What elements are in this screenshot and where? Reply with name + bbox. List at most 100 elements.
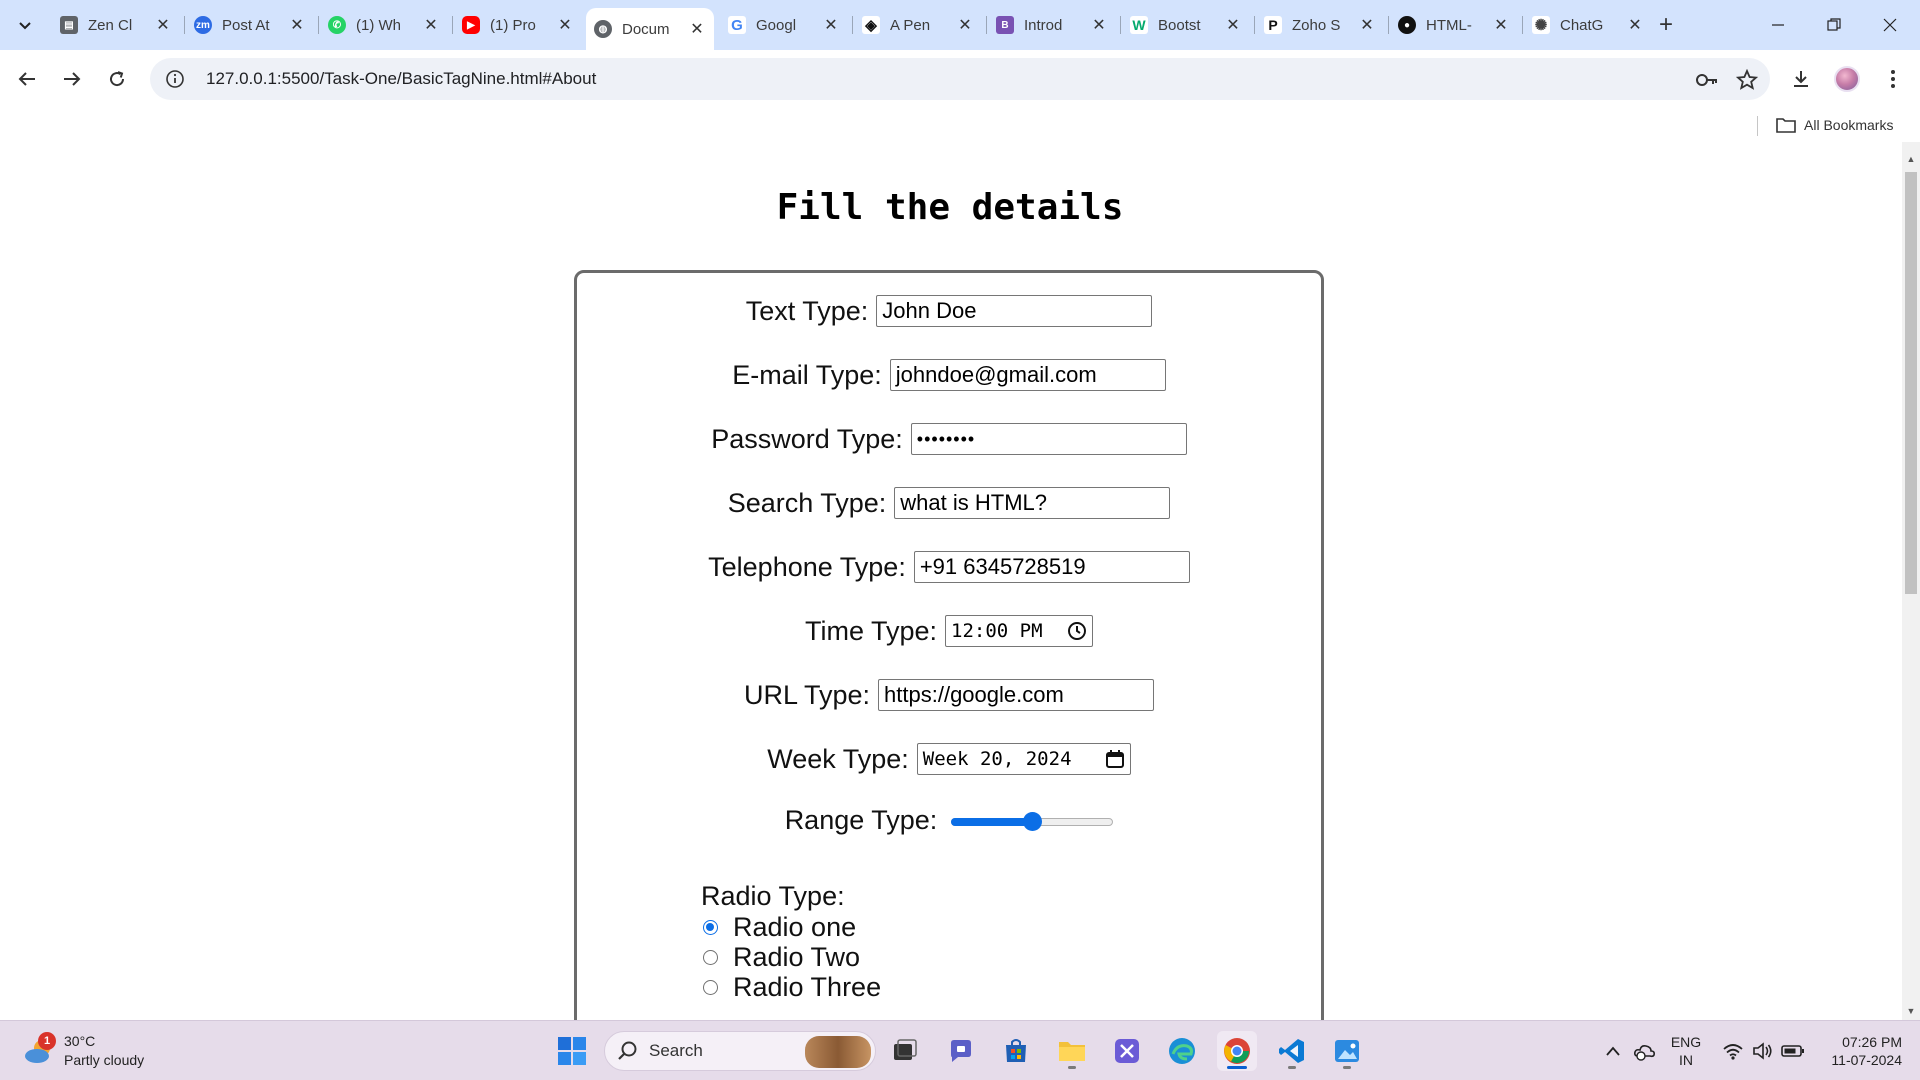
tab-zen-class[interactable]: ▤ Zen Cl ✕ — [52, 8, 180, 42]
star-icon — [1736, 69, 1758, 90]
close-icon[interactable]: ✕ — [822, 15, 840, 35]
store-button[interactable] — [996, 1031, 1036, 1071]
tab-w3schools[interactable]: W Bootst ✕ — [1122, 8, 1250, 42]
clock-icon[interactable] — [1067, 621, 1087, 641]
photos-button[interactable] — [1327, 1031, 1367, 1071]
tab-github[interactable]: ● HTML- ✕ — [1390, 8, 1518, 42]
vscode-button[interactable] — [1272, 1031, 1312, 1071]
scroll-down-arrow-icon[interactable]: ▼ — [1902, 1002, 1920, 1020]
weather-desc: Partly cloudy — [64, 1052, 145, 1068]
running-indicator — [1288, 1066, 1296, 1069]
all-bookmarks-button[interactable]: All Bookmarks — [1776, 114, 1893, 136]
tab-youtube[interactable]: ▶ (1) Pro ✕ — [454, 8, 582, 42]
radio-label: Radio Three — [733, 971, 882, 1002]
radio-button[interactable] — [703, 919, 718, 935]
back-button[interactable] — [10, 62, 44, 96]
time-input[interactable]: 12:00 PM — [945, 615, 1094, 647]
close-icon[interactable]: ✕ — [956, 15, 974, 35]
wifi-icon — [1723, 1044, 1743, 1060]
onedrive-button[interactable] — [1630, 1035, 1660, 1067]
edge-button[interactable] — [1162, 1031, 1202, 1071]
text-input[interactable]: John Doe — [876, 295, 1153, 327]
system-clock[interactable]: 07:26 PM 11-07-2024 — [1820, 1033, 1902, 1069]
volume-button[interactable] — [1748, 1035, 1778, 1067]
close-icon[interactable]: ✕ — [1090, 15, 1108, 35]
start-button[interactable] — [552, 1031, 592, 1071]
close-window-button[interactable] — [1860, 0, 1920, 50]
week-input[interactable]: Week 20, 2024 — [916, 743, 1131, 775]
close-icon[interactable]: ✕ — [1224, 15, 1242, 35]
minimize-button[interactable] — [1748, 0, 1808, 50]
tab-google[interactable]: G Googl ✕ — [720, 8, 848, 42]
page-scrollbar[interactable]: ▲ ▼ — [1902, 142, 1920, 1020]
radio-option-two[interactable]: Radio Two — [703, 942, 881, 972]
show-hidden-icons-button[interactable] — [1600, 1035, 1626, 1067]
close-icon[interactable]: ✕ — [154, 15, 172, 35]
scroll-up-arrow-icon[interactable]: ▲ — [1902, 150, 1920, 168]
running-indicator — [1227, 1066, 1247, 1069]
reload-button[interactable] — [100, 62, 134, 96]
range-thumb[interactable] — [1022, 811, 1042, 831]
wifi-button[interactable] — [1718, 1035, 1748, 1067]
forward-button[interactable] — [55, 62, 89, 96]
minimize-icon — [1772, 24, 1784, 26]
profile-button[interactable] — [1830, 62, 1864, 96]
password-label: Password Type: — [711, 423, 903, 454]
search-input[interactable]: what is HTML? — [894, 487, 1171, 519]
radio-button[interactable] — [703, 979, 718, 995]
radio-option-three[interactable]: Radio Three — [703, 972, 881, 1002]
email-input[interactable]: johndoe@gmail.com — [889, 359, 1166, 391]
close-icon — [1883, 18, 1897, 32]
close-icon[interactable]: ✕ — [556, 15, 574, 35]
password-row: Password Type: •••••••• — [577, 423, 1321, 455]
scrollbar-thumb[interactable] — [1905, 172, 1917, 594]
restore-button[interactable] — [1804, 0, 1864, 50]
close-icon[interactable]: ✕ — [1626, 15, 1644, 35]
telephone-input[interactable]: +91 6345728519 — [913, 551, 1190, 583]
downloads-button[interactable] — [1784, 62, 1818, 96]
password-input[interactable]: •••••••• — [910, 423, 1187, 455]
site-info-button[interactable] — [160, 64, 190, 94]
tab-bootstrap[interactable]: B Introd ✕ — [988, 8, 1116, 42]
file-explorer-button[interactable] — [1052, 1031, 1092, 1071]
chrome-button[interactable] — [1217, 1031, 1257, 1071]
weather-widget[interactable]: 1 30°C Partly cloudy — [22, 1029, 182, 1073]
tab-chatgpt[interactable]: ✺ ChatG ✕ — [1524, 8, 1652, 42]
language-indicator[interactable]: ENG IN — [1668, 1033, 1704, 1069]
radio-button[interactable] — [703, 949, 718, 965]
teams-button[interactable] — [941, 1031, 981, 1071]
close-icon[interactable]: ✕ — [1492, 15, 1510, 35]
tab-zoom[interactable]: zm Post At ✕ — [186, 8, 314, 42]
close-icon[interactable]: ✕ — [288, 15, 306, 35]
tab-codepen[interactable]: ◈ A Pen ✕ — [854, 8, 982, 42]
task-view-button[interactable] — [885, 1031, 925, 1071]
password-key-button[interactable] — [1694, 67, 1720, 93]
tab-title: Googl — [756, 16, 797, 34]
close-icon[interactable]: ✕ — [688, 19, 706, 39]
tab-search-button[interactable] — [10, 10, 40, 40]
calendar-icon[interactable] — [1105, 749, 1125, 769]
telephone-label: Telephone Type: — [708, 551, 906, 582]
snipping-tool-button[interactable] — [1107, 1031, 1147, 1071]
bookmark-star-button[interactable] — [1734, 67, 1760, 93]
browser-toolbar: 127.0.0.1:5500/Task-One/BasicTagNine.htm… — [0, 50, 1920, 108]
menu-button[interactable] — [1876, 62, 1910, 96]
info-icon — [166, 70, 184, 88]
close-icon[interactable]: ✕ — [422, 15, 440, 35]
taskbar-search[interactable]: Search — [604, 1031, 876, 1071]
tab-title: Docum — [622, 20, 670, 38]
tab-strip: ▤ Zen Cl ✕ zm Post At ✕ ✆ (1) Wh ✕ ▶ (1)… — [0, 0, 1920, 50]
tab-whatsapp[interactable]: ✆ (1) Wh ✕ — [320, 8, 448, 42]
windows-taskbar: 1 30°C Partly cloudy Search ENG IN 07:26… — [0, 1020, 1920, 1080]
radio-option-one[interactable]: Radio one — [703, 912, 881, 942]
tab-document-active[interactable]: ◍ Docum ✕ — [586, 8, 714, 50]
range-slider[interactable] — [951, 811, 1114, 831]
chat-icon — [951, 1040, 971, 1062]
address-bar[interactable]: 127.0.0.1:5500/Task-One/BasicTagNine.htm… — [150, 58, 1770, 100]
close-icon[interactable]: ✕ — [1358, 15, 1376, 35]
url-input[interactable]: https://google.com — [878, 679, 1155, 711]
search-icon — [618, 1041, 637, 1060]
tab-zoho[interactable]: P Zoho S ✕ — [1256, 8, 1384, 42]
new-tab-button[interactable]: + — [1651, 10, 1681, 40]
battery-button[interactable] — [1778, 1035, 1808, 1067]
